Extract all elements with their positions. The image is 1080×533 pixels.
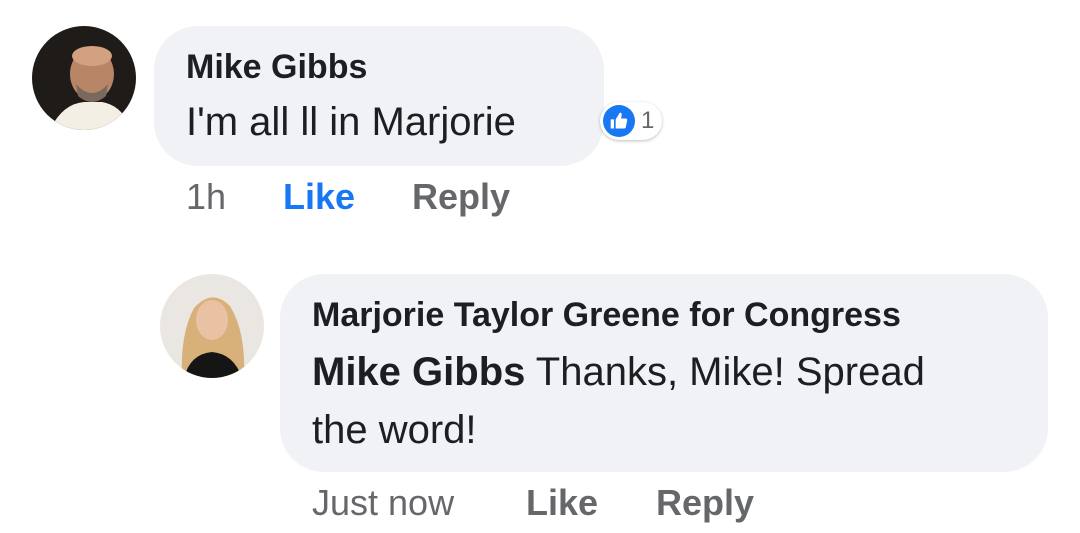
reaction-summary[interactable]: 1 xyxy=(600,102,663,140)
avatar[interactable] xyxy=(160,274,264,378)
like-button[interactable]: Like xyxy=(283,176,355,218)
reply-text-line2: the word! xyxy=(312,408,477,452)
thumbs-up-icon xyxy=(603,105,635,137)
comment-author[interactable]: Mike Gibbs xyxy=(186,48,367,87)
like-button[interactable]: Like xyxy=(526,482,598,524)
reply-timestamp[interactable]: Just now xyxy=(312,482,454,524)
comment-timestamp[interactable]: 1h xyxy=(186,176,226,218)
reply-text-line1: Mike Gibbs Thanks, Mike! Spread xyxy=(312,350,925,395)
reaction-count: 1 xyxy=(641,107,655,134)
avatar[interactable] xyxy=(32,26,136,130)
comment-bubble xyxy=(154,26,604,166)
reply-button[interactable]: Reply xyxy=(412,176,510,218)
reply-author[interactable]: Marjorie Taylor Greene for Congress xyxy=(312,296,901,335)
mention-link[interactable]: Mike Gibbs xyxy=(312,350,525,394)
comment-text: I'm all ll in Marjorie xyxy=(186,100,516,144)
reply-button[interactable]: Reply xyxy=(656,482,754,524)
reply-text: Thanks, Mike! Spread xyxy=(535,350,925,394)
